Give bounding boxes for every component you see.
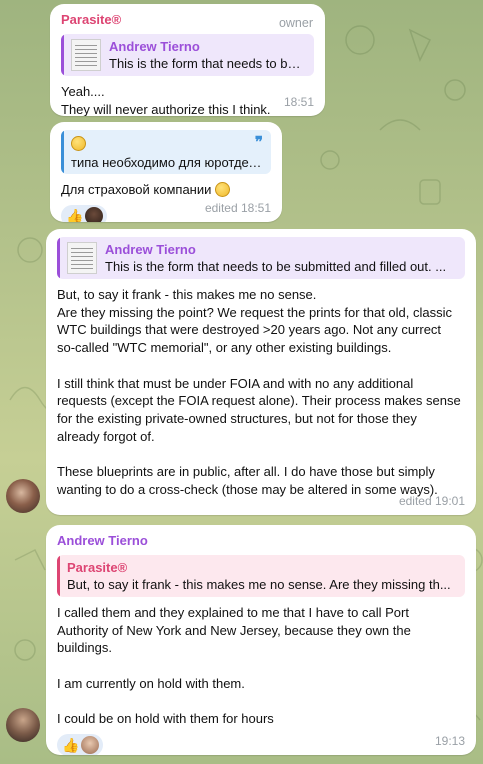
reactor-avatar	[81, 735, 100, 754]
thumbs-up-icon: 👍	[66, 207, 84, 222]
message-line: WTC buildings that were destroyed >20 ye…	[57, 322, 442, 338]
reply-sender-name: Andrew Tierno	[109, 39, 200, 54]
message-line: already forgot of.	[57, 428, 155, 444]
message-line: They will never authorize this I think.	[61, 101, 271, 116]
message-line: Yeah....	[61, 84, 105, 99]
smiling-face-emoji-icon	[215, 182, 231, 197]
sender-avatar[interactable]	[6, 708, 40, 742]
reply-sender-name: Parasite®	[67, 560, 128, 575]
message-line: These blueprints are in public, after al…	[57, 464, 435, 479]
message-text: I called them and they explained to me t…	[57, 604, 465, 728]
reply-quote[interactable]: Parasite® But, to say it frank - this ma…	[57, 555, 465, 597]
message-line	[57, 357, 465, 375]
message-line: Authority of New York and New Jersey, be…	[57, 622, 411, 638]
message-text: But, to say it frank - this makes me no …	[57, 286, 465, 498]
thumbs-up-reaction[interactable]: 👍	[61, 204, 108, 222]
message-line: I am currently on hold with them.	[57, 675, 245, 691]
message-time: 19:13	[434, 734, 465, 748]
thinking-emoji-icon	[71, 136, 86, 151]
message-text: Для страховой компании	[61, 181, 271, 199]
thumbs-up-reaction[interactable]: 👍	[57, 733, 104, 755]
reactor-avatar	[85, 206, 104, 222]
reply-text: This is the form that needs to be submit…	[105, 259, 447, 274]
message-line: for the existing private-owned structure…	[57, 410, 417, 426]
message-line: I called them and they explained to me t…	[57, 605, 409, 620]
reactions: 👍	[57, 733, 465, 755]
reply-quote[interactable]: Andrew Tierno This is the form that need…	[61, 34, 314, 76]
message-line: I still think that must be under FOIA an…	[57, 375, 414, 391]
owner-label: owner	[278, 16, 313, 30]
message-time: 18:51	[283, 95, 314, 109]
message-line: Для страховой компании	[61, 182, 212, 197]
message-line: I could be on hold with them for hours	[57, 711, 274, 727]
reply-quote[interactable]: Andrew Tierno This is the form that need…	[57, 237, 465, 279]
message-bubble-3[interactable]: Andrew Tierno This is the form that need…	[46, 229, 476, 515]
reply-sender-name: Andrew Tierno	[105, 242, 196, 257]
reply-text: This is the form that needs to be ...	[109, 56, 306, 71]
message-time: edited 19:01	[398, 494, 465, 508]
message-line: requests (except the FOIA request alone)…	[57, 393, 461, 409]
thumbs-up-icon: 👍	[62, 736, 80, 753]
reply-text: But, to say it frank - this makes me no …	[67, 577, 451, 592]
reply-quote[interactable]: типа необходимо для юротдела ❞	[61, 130, 271, 174]
message-bubble-4[interactable]: Andrew Tierno Parasite® But, to say it f…	[46, 525, 476, 755]
message-text: Yeah.... They will never authorize this …	[61, 83, 314, 116]
sender-avatar[interactable]	[6, 479, 40, 513]
message-line: buildings.	[57, 640, 112, 656]
message-line	[57, 445, 465, 463]
reply-text: типа необходимо для юротдела	[71, 155, 263, 170]
quote-icon: ❞	[254, 134, 263, 151]
message-line: Are they missing the point? We request t…	[57, 304, 453, 320]
document-thumbnail	[71, 39, 101, 71]
document-thumbnail	[67, 242, 97, 274]
message-bubble-2[interactable]: типа необходимо для юротдела ❞ Для страх…	[50, 122, 282, 222]
message-line: But, to say it frank - this makes me no …	[57, 287, 317, 302]
sender-name[interactable]: Parasite®	[61, 12, 314, 28]
message-line	[57, 657, 465, 675]
message-time: edited 18:51	[204, 201, 271, 215]
message-line	[57, 693, 465, 711]
message-line: so-called "WTC memorial", or any other e…	[57, 340, 392, 356]
sender-name[interactable]: Andrew Tierno	[57, 533, 465, 549]
message-bubble-1[interactable]: Parasite® owner Andrew Tierno This is th…	[50, 4, 325, 116]
